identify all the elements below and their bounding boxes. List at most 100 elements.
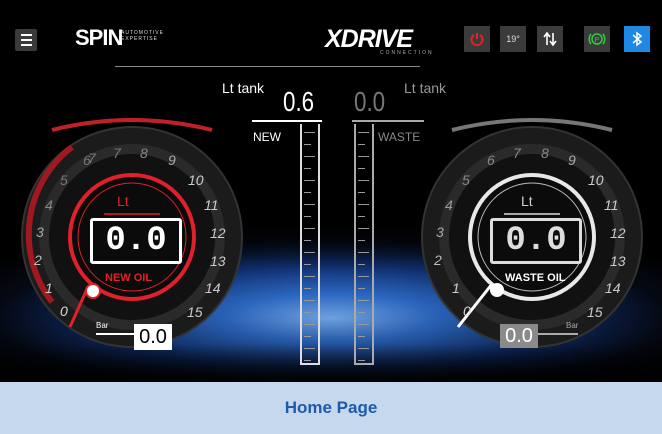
dial-number: 15: [187, 304, 203, 320]
tank-level-tick: [304, 156, 315, 157]
new-tank-level-bar: [300, 124, 320, 365]
dial-number: 5: [462, 172, 470, 188]
tank-level-tick: [358, 156, 369, 157]
dial-number: 0: [60, 303, 68, 319]
dial-number: 9: [168, 152, 176, 168]
tank-level-tick: [358, 180, 369, 181]
tank-level-tick: [358, 348, 369, 349]
new-tank-name: NEW: [253, 130, 281, 144]
spin-logo: SPIN: [75, 25, 123, 50]
tank-level-tick: [358, 336, 365, 337]
dial-number: 2: [434, 252, 442, 268]
tank-level-tick: [358, 216, 365, 217]
dial-number: 4: [445, 197, 453, 213]
pressure-underline: [538, 333, 578, 335]
brake-warning-icon: P: [588, 33, 606, 45]
waste-tank-value: 0.0: [354, 86, 386, 117]
waste-oil-needle-hub: [490, 283, 504, 297]
waste-oil-display: 0.0: [490, 218, 582, 264]
tank-level-tick: [358, 144, 365, 145]
new-tank-divider: [252, 120, 322, 122]
pressure-underline: [96, 333, 134, 335]
waste-oil-label: WASTE OIL: [505, 272, 566, 284]
new-tank-value: 0.6: [283, 86, 315, 117]
dial-number: 14: [205, 280, 221, 296]
tank-level-tick: [358, 324, 369, 325]
dial-number: 11: [204, 197, 219, 213]
dial-number: 7: [513, 145, 521, 161]
tank-level-tick: [358, 312, 365, 313]
tank-level-tick: [304, 300, 315, 301]
power-icon: [470, 33, 484, 47]
transfer-arrows-icon: [543, 31, 557, 47]
dial-number: 12: [610, 225, 626, 241]
tank-level-tick: [358, 300, 369, 301]
new-oil-unit: Lt: [117, 193, 129, 209]
dial-number: 8: [541, 145, 549, 161]
tank-level-tick: [358, 360, 365, 361]
tank-level-tick: [358, 288, 365, 289]
tank-level-tick: [304, 180, 315, 181]
brake-button[interactable]: P: [584, 26, 610, 52]
tank-level-tick: [358, 132, 369, 133]
dial-number: 11: [604, 197, 619, 213]
dial-number: 13: [210, 253, 226, 269]
tank-level-tick: [304, 288, 311, 289]
dial-number: 6: [487, 152, 495, 168]
waste-tank-level-bar: [354, 124, 374, 365]
new-oil-needle-hub: [85, 283, 101, 299]
dial-number: 6: [83, 152, 91, 168]
tank-level-tick: [304, 240, 311, 241]
dial-number: 13: [610, 253, 626, 269]
tank-level-tick: [304, 204, 315, 205]
tank-level-tick: [304, 168, 311, 169]
tank-level-tick: [304, 360, 311, 361]
dial-number: 3: [436, 224, 444, 240]
tank-level-tick: [358, 168, 365, 169]
waste-oil-value: 0.0: [505, 222, 567, 260]
new-oil-pressure-value: 0.0: [139, 325, 167, 348]
header-divider: [115, 66, 420, 67]
tank-level-tick: [358, 264, 365, 265]
new-oil-label: NEW OIL: [105, 272, 153, 284]
tank-level-tick: [304, 264, 311, 265]
transfer-button[interactable]: [537, 26, 563, 52]
tank-level-tick: [358, 252, 369, 253]
dial-number: 10: [188, 172, 204, 188]
dial-number: 12: [210, 225, 226, 241]
dial-number: 3: [36, 224, 44, 240]
tank-level-tick: [304, 324, 315, 325]
dial-number: 7: [113, 145, 121, 161]
power-button[interactable]: [464, 26, 490, 52]
dial-number: 2: [34, 252, 42, 268]
bluetooth-button[interactable]: [624, 26, 650, 52]
tank-level-tick: [358, 204, 369, 205]
waste-tank-unit: Lt tank: [404, 80, 447, 96]
dial-number: 8: [140, 145, 148, 161]
xdrive-logo-tagline: CONNECTION: [380, 50, 434, 56]
dial-number: 1: [45, 280, 53, 296]
page-caption-bar: Home Page: [0, 382, 662, 434]
tank-level-tick: [304, 312, 311, 313]
new-oil-value: 0.0: [105, 222, 167, 260]
tank-level-tick: [304, 192, 311, 193]
spin-logo-tagline: AUTOMOTIVE EXPERTISE: [121, 30, 164, 42]
tank-level-tick: [304, 132, 315, 133]
page-caption: Home Page: [284, 398, 378, 417]
waste-oil-pressure-display: 0.0: [500, 324, 538, 348]
main-screen: SPIN AUTOMOTIVE EXPERTISE XDRIVE CONNECT…: [0, 0, 662, 382]
new-oil-pressure-display: 0.0: [134, 324, 172, 350]
hamburger-menu-icon[interactable]: [15, 29, 37, 51]
temperature-indicator: 19°: [500, 26, 526, 52]
waste-oil-pressure-value: 0.0: [505, 324, 533, 347]
dial-number: 15: [587, 304, 603, 320]
tank-level-tick: [358, 240, 365, 241]
new-oil-display: 0.0: [90, 218, 182, 264]
dial-number: 10: [588, 172, 604, 188]
dial-number: 0: [463, 303, 471, 319]
tank-level-tick: [358, 192, 365, 193]
dial-number: 5: [60, 172, 68, 188]
tank-level-tick: [304, 228, 315, 229]
tank-level-tick: [304, 252, 315, 253]
new-tank-unit: Lt tank: [222, 80, 265, 96]
